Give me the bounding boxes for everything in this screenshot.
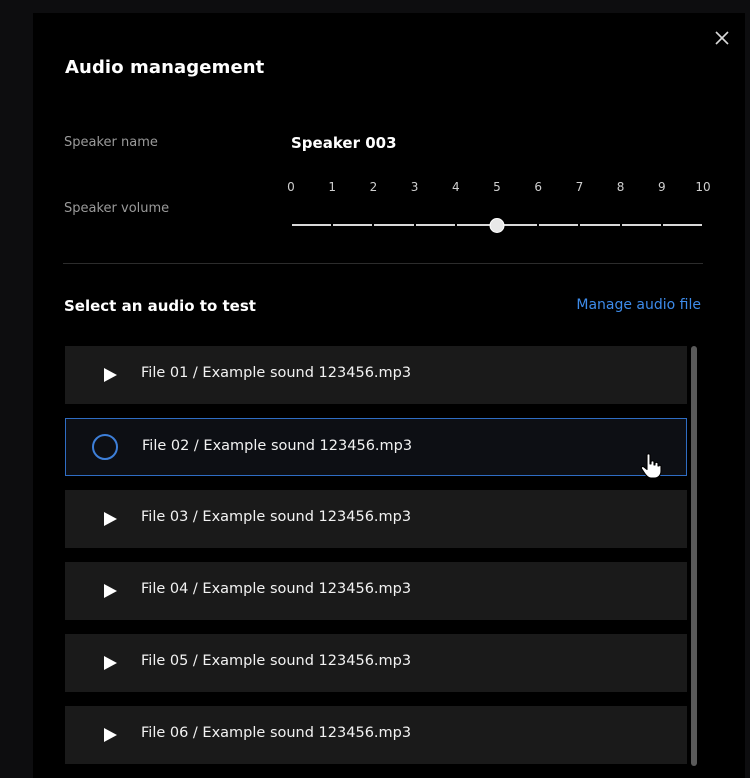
audio-list-scrollbar[interactable]	[689, 346, 699, 778]
audio-item-04[interactable]: File 04 / Example sound 123456.mp3	[65, 562, 687, 620]
audio-item-02[interactable]: File 02 / Example sound 123456.mp3	[65, 418, 687, 479]
volume-slider-segment	[662, 224, 702, 226]
volume-tick-label: 2	[369, 180, 378, 194]
volume-tick-labels: 0 1 2 3 4 5 6 7 8 9 10	[33, 180, 745, 196]
audio-item-label: File 04 / Example sound 123456.mp3	[141, 581, 412, 597]
divider	[63, 263, 703, 264]
volume-tick-label: 0	[287, 180, 295, 194]
audio-item-05[interactable]: File 05 / Example sound 123456.mp3	[65, 634, 687, 692]
volume-tick-label: 1	[328, 180, 337, 194]
audio-item-06[interactable]: File 06 / Example sound 123456.mp3	[65, 706, 687, 764]
play-icon[interactable]	[103, 512, 117, 526]
volume-slider-segment	[539, 224, 579, 226]
audio-management-dialog: Audio management Speaker name Speaker 00…	[33, 13, 745, 778]
volume-tick-label: 7	[575, 180, 584, 194]
audio-file-list: File 01 / Example sound 123456.mp3 File …	[65, 346, 687, 778]
volume-slider[interactable]	[291, 213, 703, 237]
volume-tick-label: 10	[695, 180, 711, 194]
close-icon[interactable]	[712, 28, 732, 48]
hand-cursor-icon	[640, 453, 662, 479]
loading-icon[interactable]	[90, 432, 120, 462]
volume-tick-label: 9	[657, 180, 666, 194]
volume-slider-segment	[621, 224, 661, 226]
scrollbar-thumb[interactable]	[691, 346, 697, 766]
volume-slider-segment	[333, 224, 373, 226]
audio-section-title: Select an audio to test	[64, 297, 256, 315]
play-icon[interactable]	[103, 584, 117, 598]
volume-slider-segment	[374, 224, 414, 226]
volume-slider-segment	[415, 224, 455, 226]
play-icon[interactable]	[103, 368, 117, 382]
speaker-name-value: Speaker 003	[291, 134, 397, 152]
audio-item-label: File 05 / Example sound 123456.mp3	[141, 653, 412, 669]
volume-tick-label: 8	[616, 180, 625, 194]
audio-item-03[interactable]: File 03 / Example sound 123456.mp3	[65, 490, 687, 548]
speaker-volume-label: Speaker volume	[64, 201, 170, 216]
volume-tick-label: 3	[410, 180, 419, 194]
audio-item-label: File 06 / Example sound 123456.mp3	[141, 725, 412, 741]
volume-slider-thumb[interactable]	[489, 218, 505, 233]
audio-item-01[interactable]: File 01 / Example sound 123456.mp3	[65, 346, 687, 404]
audio-item-label: File 03 / Example sound 123456.mp3	[141, 509, 412, 525]
dialog-title: Audio management	[65, 57, 265, 78]
manage-audio-file-link[interactable]: Manage audio file	[576, 297, 701, 313]
play-icon[interactable]	[103, 728, 117, 742]
volume-tick-label: 4	[451, 180, 460, 194]
audio-item-label: File 02 / Example sound 123456.mp3	[142, 438, 413, 454]
play-icon[interactable]	[103, 656, 117, 670]
audio-item-label: File 01 / Example sound 123456.mp3	[141, 365, 412, 381]
speaker-name-label: Speaker name	[64, 135, 158, 150]
volume-tick-label: 5	[493, 180, 501, 194]
volume-slider-segment	[292, 224, 332, 226]
volume-tick-label: 6	[534, 180, 543, 194]
volume-slider-segment	[580, 224, 620, 226]
